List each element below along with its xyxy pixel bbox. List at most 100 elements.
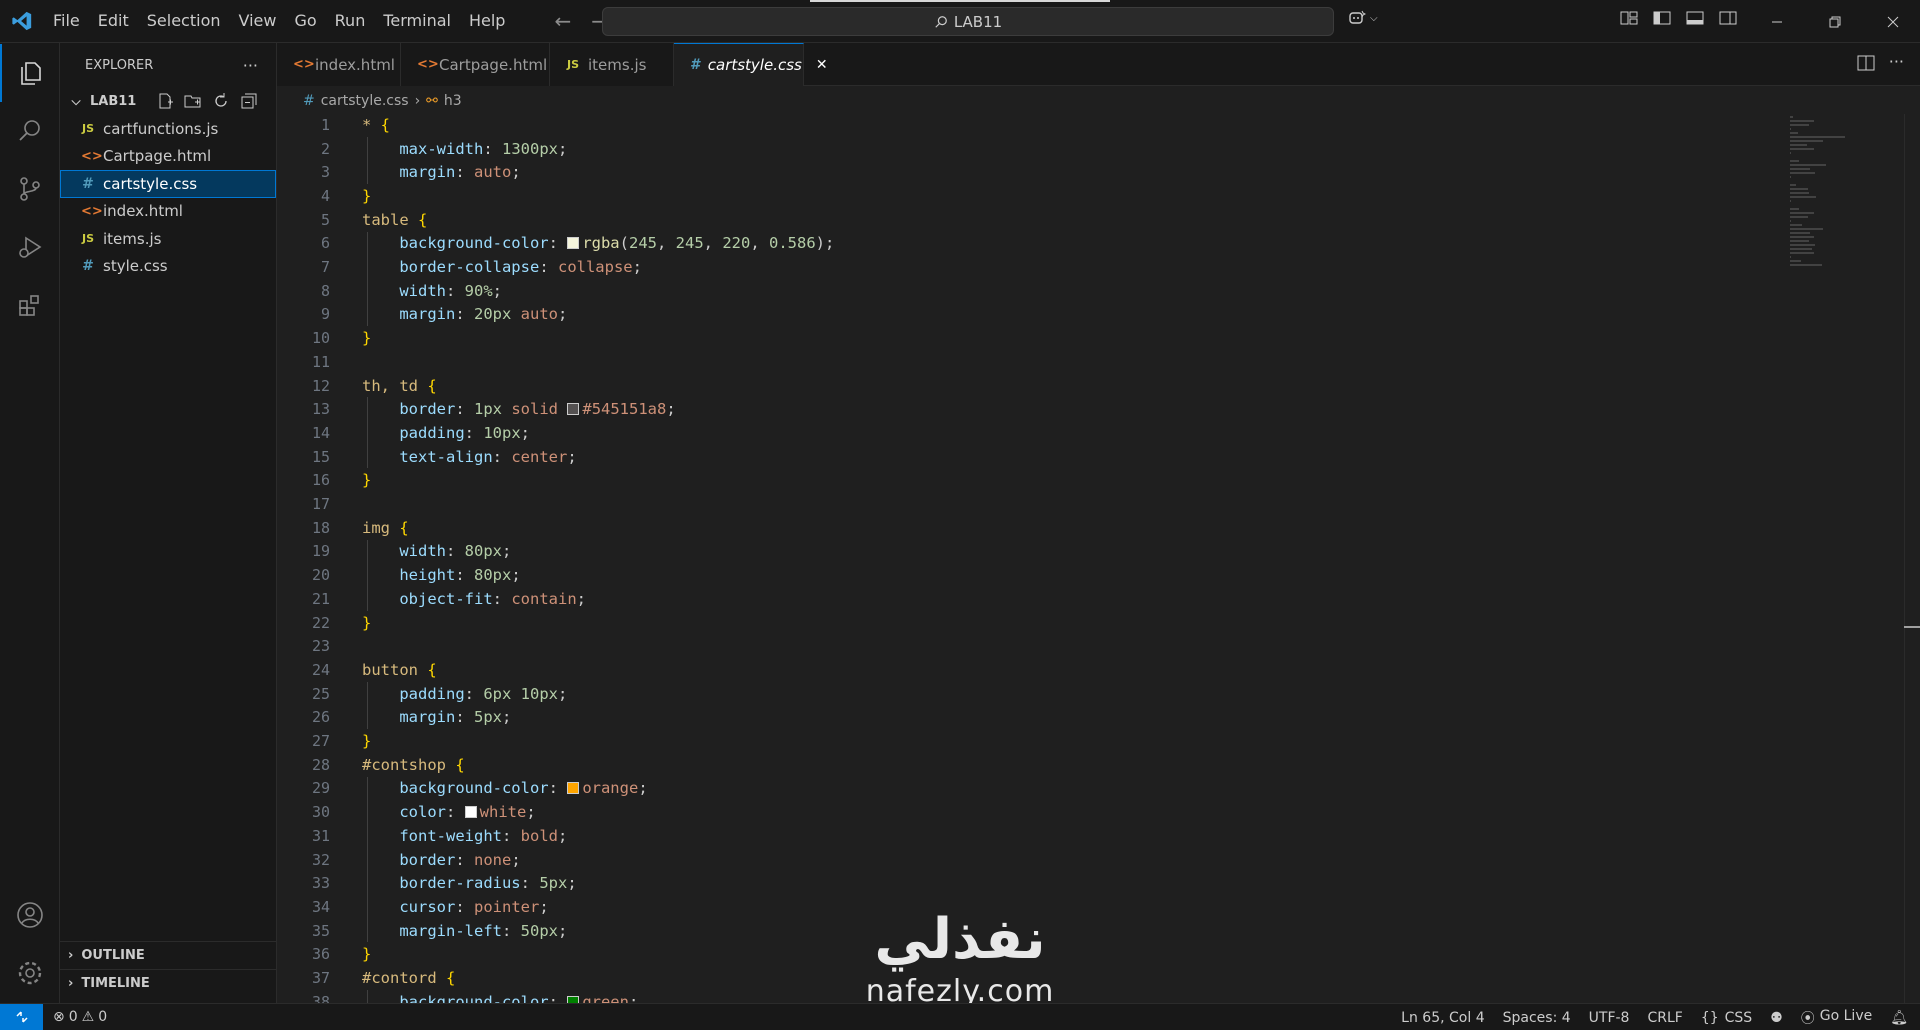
tab-cartpage-html[interactable]: <> Cartpage.html <box>401 43 550 86</box>
chevron-right-icon: › <box>68 976 74 991</box>
menu-run[interactable]: Run <box>326 6 375 36</box>
editor-scrollbar[interactable] <box>1904 114 1920 1003</box>
minimap[interactable] <box>1790 114 1850 266</box>
language-mode[interactable]: {} CSS <box>1701 1010 1752 1026</box>
code-token: ; <box>557 826 568 845</box>
minimap-line <box>1790 256 1792 258</box>
line-number: 35 <box>311 921 330 940</box>
problems-indicator[interactable]: ⊗ 0 ⚠ 0 <box>53 1009 107 1025</box>
more-actions-icon[interactable]: ··· <box>1889 54 1904 71</box>
close-window-button[interactable] <box>1864 0 1920 43</box>
code-token: } <box>362 945 372 964</box>
accounts-activity[interactable] <box>0 886 60 944</box>
outline-section[interactable]: › OUTLINE <box>60 941 277 969</box>
cursor-position[interactable]: Ln 65, Col 4 <box>1401 1010 1484 1026</box>
line-number: 20 <box>311 566 330 585</box>
color-swatch[interactable] <box>567 995 580 1003</box>
minimap-line <box>1790 196 1817 198</box>
file-label: cartstyle.css <box>103 174 198 193</box>
menu-file[interactable]: File <box>44 6 89 36</box>
line-ending[interactable]: CRLF <box>1647 1010 1682 1026</box>
encoding[interactable]: UTF-8 <box>1589 1010 1630 1026</box>
color-swatch[interactable] <box>567 237 580 250</box>
copilot-button[interactable]: ⌵ <box>1348 10 1378 26</box>
manage-activity[interactable] <box>0 944 60 1002</box>
run-debug-activity[interactable] <box>0 218 60 276</box>
code-text: border: 1px solid #545151a8; <box>362 400 675 418</box>
minimize-button[interactable] <box>1748 0 1806 43</box>
refresh-icon[interactable] <box>212 92 230 110</box>
collapse-all-icon[interactable] <box>240 92 258 110</box>
explorer-activity[interactable] <box>0 44 60 102</box>
source-control-icon <box>20 177 40 201</box>
command-center-search[interactable]: LAB11 <box>602 7 1334 36</box>
search-activity[interactable] <box>0 102 60 160</box>
extensions-activity[interactable] <box>0 276 60 334</box>
line-number: 19 <box>311 542 330 561</box>
code-line: 2 max-width: 1300px; <box>277 137 1777 161</box>
menu-go[interactable]: Go <box>285 6 325 36</box>
file-item[interactable]: JS items.js <box>60 225 276 253</box>
toggle-primary-sidebar-icon[interactable] <box>1653 10 1671 26</box>
copilot-status-icon[interactable]: ⚉ <box>1770 1010 1783 1026</box>
back-arrow-icon[interactable]: ← <box>554 9 571 33</box>
tab-items-js[interactable]: JS items.js <box>550 43 674 86</box>
menu-terminal[interactable]: Terminal <box>374 6 460 36</box>
files-icon <box>21 62 41 85</box>
menu-edit[interactable]: Edit <box>89 6 138 36</box>
breadcrumb-file[interactable]: cartstyle.css <box>321 93 409 109</box>
file-item[interactable]: <> Cartpage.html <box>60 143 276 171</box>
file-item[interactable]: # style.css <box>60 253 276 281</box>
code-token: : <box>539 258 558 277</box>
go-live-button[interactable]: ⦿ Go Live <box>1801 1008 1872 1028</box>
split-editor-icon[interactable] <box>1857 55 1875 71</box>
tab-label: cartstyle.css <box>707 56 802 74</box>
code-editor[interactable]: 1 * {2 max-width: 1300px; 3 margin: auto; 4… <box>277 114 1920 1003</box>
new-folder-icon[interactable] <box>184 92 202 110</box>
toggle-panel-icon[interactable] <box>1686 10 1704 26</box>
remote-button[interactable] <box>0 1003 43 1030</box>
file-item[interactable]: JS cartfunctions.js <box>60 115 276 143</box>
line-number: 27 <box>311 732 330 751</box>
line-number: 10 <box>311 329 330 348</box>
indentation[interactable]: Spaces: 4 <box>1503 1010 1571 1026</box>
title-bar: File Edit Selection View Go Run Terminal Help ←… <box>0 0 1920 43</box>
bell-icon[interactable]: 🔔︎ <box>1890 1010 1908 1026</box>
code-text: width: 90%; <box>362 282 502 300</box>
color-swatch[interactable] <box>464 806 477 819</box>
minimap-line <box>1790 152 1792 154</box>
code-text: } <box>362 945 371 963</box>
breadcrumb-symbol[interactable]: h3 <box>444 93 462 109</box>
line-number: 37 <box>311 969 330 988</box>
file-item[interactable]: <> index.html <box>60 198 276 226</box>
source-control-activity[interactable] <box>0 160 60 218</box>
menu-selection[interactable]: Selection <box>138 6 230 36</box>
line-number: 2 <box>320 139 330 158</box>
file-item[interactable]: # cartstyle.css <box>60 170 276 198</box>
menu-view[interactable]: View <box>230 6 286 36</box>
account-icon <box>17 902 43 928</box>
code-line: 18 img { <box>277 516 1777 540</box>
indent-guide <box>367 989 368 1003</box>
tab-index-html[interactable]: <> index.html <box>277 43 401 86</box>
new-file-icon[interactable] <box>156 92 174 110</box>
menu-help[interactable]: Help <box>460 6 514 36</box>
code-text: background-color: green; <box>362 993 638 1003</box>
close-tab-icon[interactable]: ✕ <box>816 57 828 73</box>
toggle-secondary-sidebar-icon[interactable] <box>1719 10 1737 26</box>
code-token: padding <box>399 684 465 703</box>
minimap-line <box>1790 140 1823 142</box>
customize-layout-icon[interactable] <box>1620 10 1638 26</box>
indent-guide <box>367 776 368 943</box>
code-token: white <box>479 803 527 822</box>
restore-button[interactable] <box>1806 0 1864 43</box>
indent-guide <box>367 397 368 469</box>
more-actions-icon[interactable]: ··· <box>243 56 258 75</box>
tab-cartstyle-css[interactable]: # cartstyle.css ✕ <box>674 43 828 86</box>
timeline-section[interactable]: › TIMELINE <box>60 969 277 997</box>
folder-lab11[interactable]: ⌵ LAB11 <box>60 87 276 115</box>
color-swatch[interactable] <box>567 403 580 416</box>
color-swatch[interactable] <box>567 782 580 795</box>
code-token: 90% <box>464 281 493 300</box>
